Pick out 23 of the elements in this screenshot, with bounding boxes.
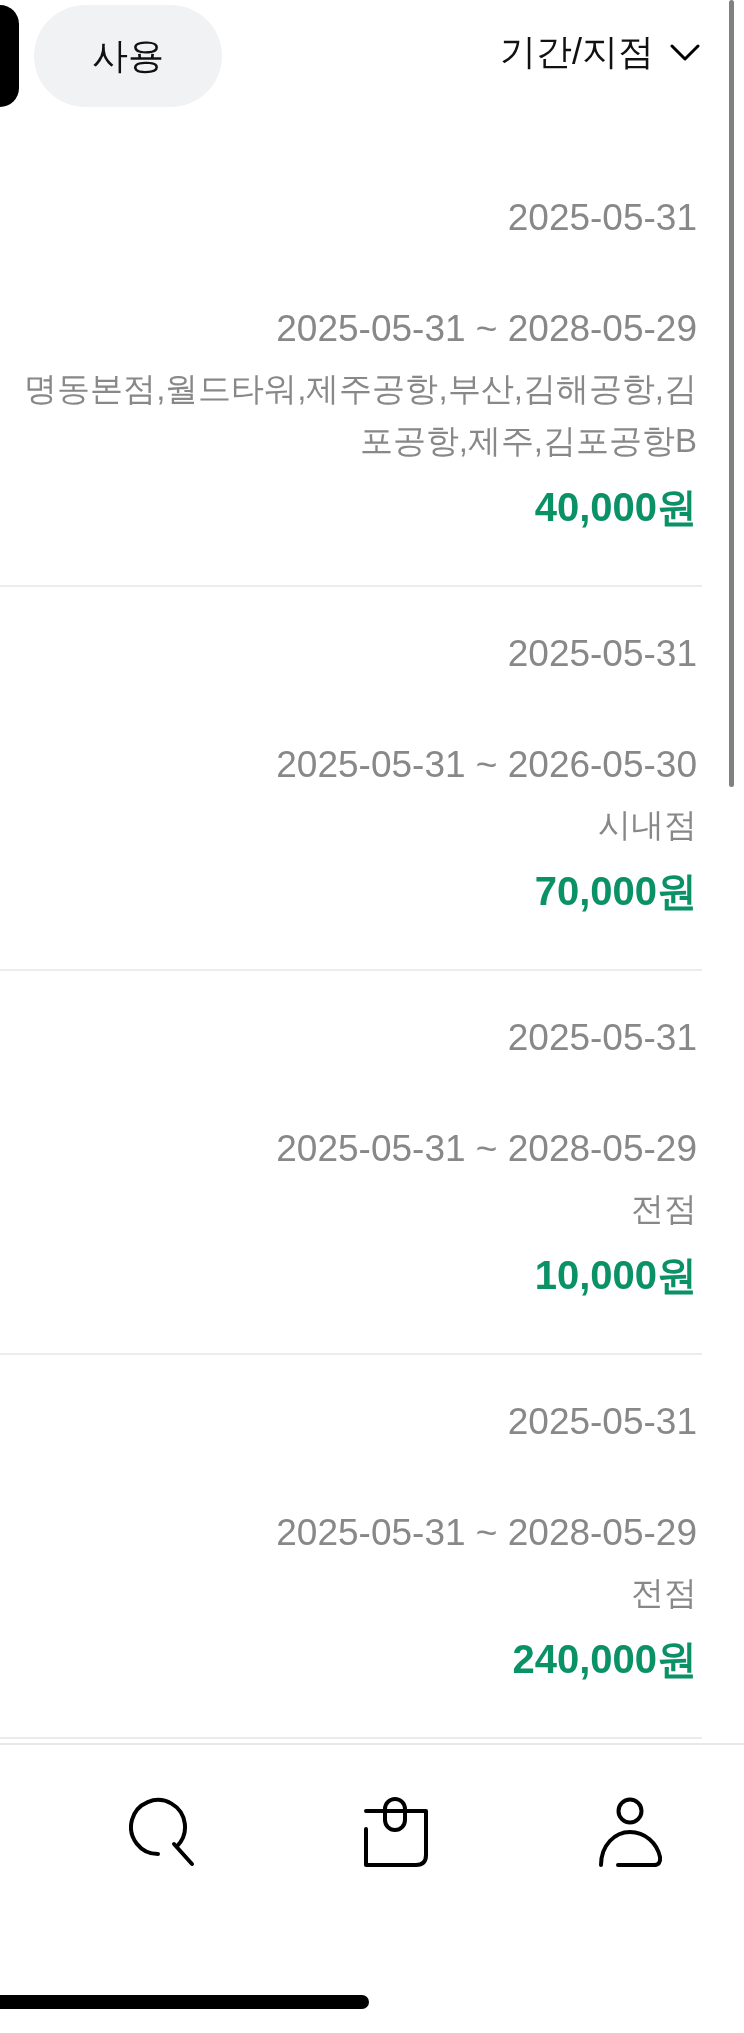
voucher-amount: 40,000원	[533, 484, 697, 531]
shopping-bag-icon[interactable]	[363, 1797, 430, 1867]
store-list: 명동본점,월드타워,제주공항,부산,김해공항,김포공항,제주,김포공항B	[12, 363, 697, 467]
store-list: 전점	[12, 1183, 697, 1235]
period-filter-button[interactable]: 기간/지점	[500, 5, 700, 99]
store-list: 시내점	[12, 799, 697, 851]
issue-date: 2025-05-31	[506, 1016, 697, 1060]
voucher-amount: 10,000원	[533, 1252, 697, 1299]
validity-period: 2025-05-31 ~ 2028-05-29	[275, 1511, 697, 1555]
chevron-down-icon	[670, 43, 700, 61]
store-list: 전점	[12, 1567, 697, 1619]
validity-period: 2025-05-31 ~ 2026-05-30	[275, 743, 697, 787]
search-icon[interactable]	[128, 1797, 195, 1867]
person-icon[interactable]	[598, 1797, 665, 1867]
filter-chip[interactable]	[0, 5, 19, 107]
issue-date: 2025-05-31	[506, 1400, 697, 1444]
issue-date: 2025-05-31	[506, 632, 697, 676]
validity-period: 2025-05-31 ~ 2028-05-29	[275, 1127, 697, 1171]
issue-date: 2025-05-31	[506, 196, 697, 240]
filter-chip[interactable]: 사용	[34, 5, 222, 107]
voucher-amount: 70,000원	[533, 868, 697, 915]
voucher-amount: 240,000원	[511, 1636, 697, 1683]
validity-period: 2025-05-31 ~ 2028-05-29	[275, 307, 697, 351]
